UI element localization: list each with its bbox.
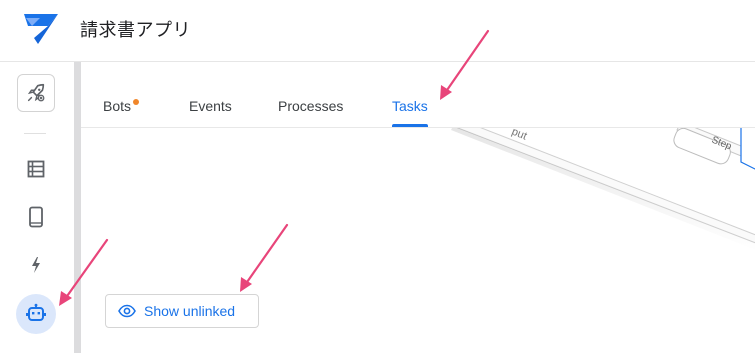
robot-icon — [26, 303, 46, 321]
left-nav-rail — [0, 62, 74, 353]
eye-icon — [118, 304, 136, 318]
notification-dot-icon — [133, 99, 140, 105]
show-unlinked-button[interactable]: Show unlinked — [105, 294, 259, 328]
tab-bots-label: Bots — [103, 98, 132, 114]
rail-item-actions[interactable] — [17, 246, 55, 284]
appsheet-logo-icon — [24, 14, 58, 44]
tab-tasks-label: Tasks — [392, 98, 428, 114]
tab-processes-label: Processes — [278, 98, 344, 114]
tab-events-label: Events — [189, 98, 232, 114]
lightning-icon — [32, 257, 40, 273]
app-header: 請求書アプリ — [0, 0, 755, 62]
mobile-phone-icon — [29, 206, 43, 228]
diagram-card-right: Step — [673, 121, 755, 170]
tab-tasks[interactable]: Tasks — [392, 98, 428, 114]
data-table-icon — [27, 160, 45, 178]
active-tab-indicator — [392, 124, 428, 127]
tab-processes[interactable]: Processes — [278, 98, 343, 114]
rail-item-data[interactable] — [17, 150, 55, 188]
rocket-icon — [27, 83, 45, 102]
rocket-button[interactable] — [17, 74, 55, 112]
show-unlinked-label: Show unlinked — [144, 303, 236, 319]
automation-panel: Bots Events Processes Tasks put Step Sho… — [81, 62, 755, 353]
rail-separator — [74, 62, 81, 353]
tab-bar: Bots Events Processes Tasks — [81, 62, 755, 128]
tab-bots[interactable]: Bots — [103, 98, 140, 114]
rail-item-automation[interactable] — [16, 294, 56, 334]
rail-divider — [24, 133, 46, 134]
tab-events[interactable]: Events — [189, 98, 232, 114]
app-title: 請求書アプリ — [80, 20, 191, 41]
rail-item-views[interactable] — [17, 198, 55, 236]
